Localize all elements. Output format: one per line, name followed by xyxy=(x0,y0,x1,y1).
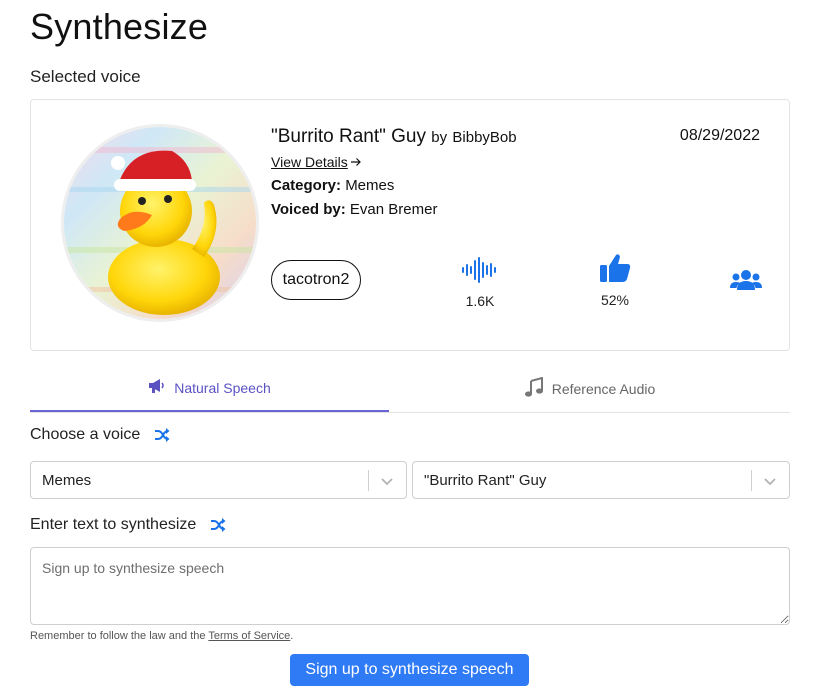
thumbs-up-icon xyxy=(599,253,631,288)
users-icon xyxy=(730,269,762,296)
category-label: Category: xyxy=(271,177,342,194)
uses-stat: 1.6K xyxy=(461,256,499,309)
choose-voice-label: Choose a voice xyxy=(30,426,141,443)
community-stat xyxy=(730,269,762,296)
synthesis-text-input[interactable] xyxy=(30,547,790,625)
voice-select[interactable]: "Burrito Rant" Guy xyxy=(412,461,790,499)
voice-author: BibbyBob xyxy=(452,129,517,146)
voice-select-value: "Burrito Rant" Guy xyxy=(424,472,547,489)
shuffle-text-icon[interactable] xyxy=(210,518,226,532)
arrow-right-icon xyxy=(350,154,362,170)
voice-title: "Burrito Rant" Guy by BibbyBob xyxy=(271,126,517,148)
chevron-down-icon xyxy=(380,474,394,493)
music-note-icon xyxy=(524,376,552,400)
rating-stat: 52% xyxy=(599,253,631,308)
rating-value: 52% xyxy=(600,292,630,308)
tab-reference-audio-label: Reference Audio xyxy=(551,380,656,397)
shuffle-voice-icon[interactable] xyxy=(154,428,170,442)
selected-voice-label: Selected voice xyxy=(30,67,141,86)
terms-of-service-link[interactable]: Terms of Service xyxy=(208,630,290,642)
legal-notice: Remember to follow the law and the Terms… xyxy=(30,630,293,642)
voice-card: "Burrito Rant" Guy by BibbyBob 08/29/202… xyxy=(30,99,790,351)
model-badge: tacotron2 xyxy=(271,260,361,300)
uses-count: 1.6K xyxy=(465,293,495,309)
voice-category-line: Category: Memes xyxy=(271,177,394,194)
voice-voiced-by-line: Voiced by: Evan Bremer xyxy=(271,201,437,218)
voiced-by-value: Evan Bremer xyxy=(349,201,438,218)
voice-by-prefix: by xyxy=(431,129,448,146)
tab-reference-audio[interactable]: Reference Audio xyxy=(389,365,790,412)
select-divider xyxy=(751,470,752,491)
select-divider xyxy=(368,470,369,491)
tab-natural-speech-label: Natural Speech xyxy=(174,379,271,396)
view-details-link[interactable]: View Details xyxy=(271,154,362,170)
megaphone-icon xyxy=(148,378,174,397)
voice-avatar xyxy=(61,124,259,322)
tab-natural-speech[interactable]: Natural Speech xyxy=(30,365,389,412)
category-select-value: Memes xyxy=(42,472,92,489)
view-details-label: View Details xyxy=(271,154,348,170)
category-value: Memes xyxy=(345,177,395,194)
chevron-down-icon xyxy=(763,474,777,493)
enter-text-row: Enter text to synthesize xyxy=(30,516,226,534)
sign-up-synthesize-button[interactable]: Sign up to synthesize speech xyxy=(290,654,529,686)
page-title: Synthesize xyxy=(30,6,209,47)
legal-notice-suffix: . xyxy=(290,630,294,642)
enter-text-label: Enter text to synthesize xyxy=(30,516,197,533)
voiced-by-label: Voiced by: xyxy=(271,201,346,218)
category-select[interactable]: Memes xyxy=(30,461,407,499)
voice-date: 08/29/2022 xyxy=(679,127,760,144)
waveform-icon xyxy=(461,256,499,289)
choose-voice-row: Choose a voice xyxy=(30,426,170,444)
legal-notice-text: Remember to follow the law and the xyxy=(30,630,206,642)
synthesis-tabs: Natural Speech Reference Audio xyxy=(30,365,790,413)
voice-name: "Burrito Rant" Guy xyxy=(271,126,426,147)
